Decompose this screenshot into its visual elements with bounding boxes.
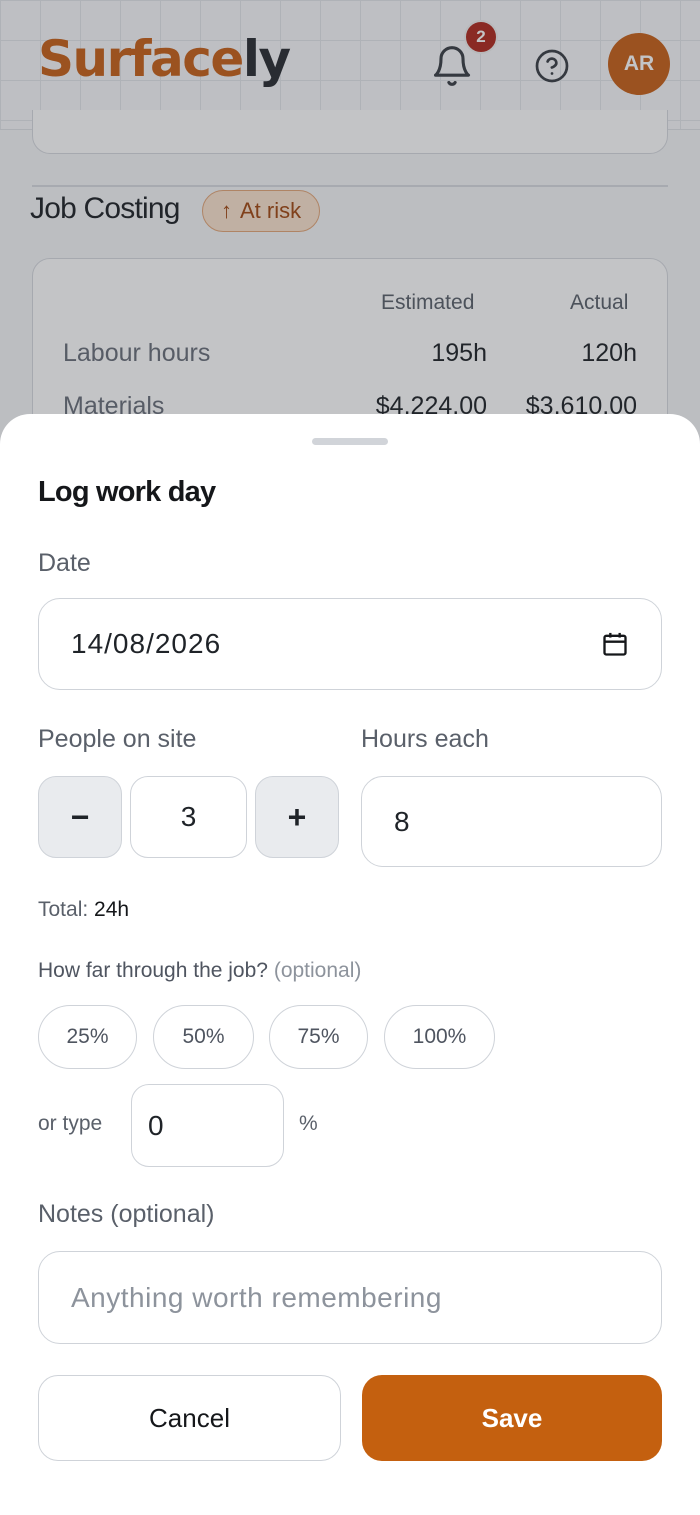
notes-field[interactable] (38, 1251, 662, 1344)
cancel-button[interactable]: Cancel (38, 1375, 341, 1461)
total-value: 24h (94, 898, 130, 921)
notes-label: Notes (optional) (38, 1200, 215, 1228)
total-hours: Total: 24h (38, 898, 129, 922)
progress-question: How far through the job? (optional) (38, 959, 361, 983)
progress-chip-75[interactable]: 75% (269, 1005, 368, 1069)
date-label: Date (38, 549, 91, 577)
percent-sign: % (299, 1112, 318, 1135)
notes-input[interactable] (71, 1281, 629, 1314)
save-button[interactable]: Save (362, 1375, 662, 1461)
hours-value: 8 (394, 805, 410, 837)
people-count-field[interactable]: 3 (130, 776, 247, 858)
increment-people-button[interactable]: + (255, 776, 339, 858)
calendar-icon[interactable] (601, 630, 629, 658)
percent-input[interactable]: 0 (131, 1084, 284, 1167)
or-type-label: or type (38, 1112, 103, 1135)
date-value: 14/08/2026 (71, 628, 222, 659)
log-work-day-sheet: Log work day Date 14/08/2026 People on s… (0, 414, 700, 1515)
progress-chip-50[interactable]: 50% (153, 1005, 254, 1069)
progress-chip-25[interactable]: 25% (38, 1005, 137, 1069)
sheet-drag-handle[interactable] (312, 438, 388, 445)
progress-question-text: How far through the job? (38, 959, 268, 982)
percent-value: 0 (148, 1109, 164, 1141)
people-label: People on site (38, 725, 197, 753)
total-label: Total: (38, 898, 89, 921)
date-field[interactable]: 14/08/2026 (38, 598, 662, 690)
progress-optional-hint: (optional) (273, 959, 362, 982)
sheet-title: Log work day (38, 476, 216, 508)
hours-label: Hours each (361, 725, 489, 753)
decrement-people-button[interactable]: − (38, 776, 122, 858)
hours-each-field[interactable]: 8 (361, 776, 662, 867)
progress-chip-100[interactable]: 100% (384, 1005, 495, 1069)
